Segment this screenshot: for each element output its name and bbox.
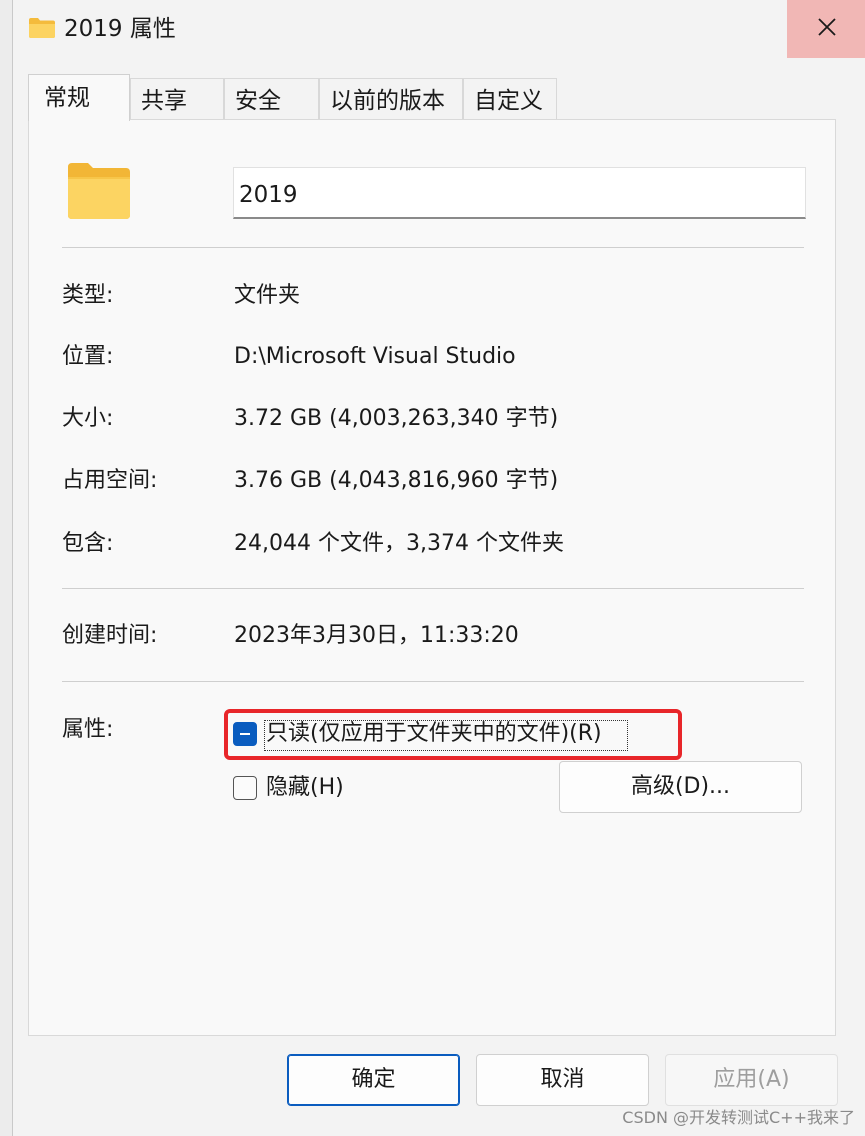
tab-customize[interactable]: 自定义 (463, 78, 557, 120)
contains-value: 24,044 个文件，3,374 个文件夹 (234, 531, 564, 556)
tab-general[interactable]: 常规 (28, 74, 130, 121)
divider (62, 681, 804, 682)
attributes-label: 属性: (62, 717, 114, 742)
contains-label: 包含: (62, 531, 114, 556)
size-value: 3.72 GB (4,003,263,340 字节) (234, 406, 559, 431)
size-on-disk-label: 占用空间: (62, 468, 158, 493)
annotation-highlight-box (224, 709, 682, 760)
location-label: 位置: (62, 344, 114, 369)
location-value: D:\Microsoft Visual Studio (234, 344, 516, 369)
watermark: CSDN @开发转测试C++我来了 (622, 1108, 855, 1127)
tab-security[interactable]: 安全 (224, 78, 319, 120)
created-label: 创建时间: (62, 623, 158, 648)
hidden-label[interactable]: 隐藏(H) (266, 773, 344, 803)
close-icon (817, 17, 837, 41)
tab-previous-versions[interactable]: 以前的版本 (319, 78, 463, 120)
apply-button[interactable]: 应用(A) (665, 1054, 838, 1106)
ok-button[interactable]: 确定 (287, 1054, 460, 1106)
advanced-button[interactable]: 高级(D)... (559, 761, 802, 813)
cancel-button[interactable]: 取消 (476, 1054, 649, 1106)
divider (62, 247, 804, 248)
size-label: 大小: (62, 406, 114, 431)
window-title: 2019 属性 (64, 16, 176, 42)
properties-window: 2019 属性 常规 共享 安全 以前的版本 自定义 类型: 文件夹 (12, 0, 865, 1136)
tab-sharing[interactable]: 共享 (130, 78, 224, 120)
close-button[interactable] (787, 0, 865, 58)
hidden-checkbox[interactable] (233, 776, 257, 800)
folder-icon (28, 17, 56, 43)
general-panel: 类型: 文件夹 位置: D:\Microsoft Visual Studio 大… (28, 119, 836, 1036)
title-bar[interactable]: 2019 属性 (13, 0, 865, 58)
type-value: 文件夹 (234, 283, 301, 308)
type-label: 类型: (62, 283, 114, 308)
size-on-disk-value: 3.76 GB (4,043,816,960 字节) (234, 468, 559, 493)
divider (62, 588, 804, 589)
folder-name-input[interactable] (233, 167, 806, 219)
folder-icon (66, 161, 132, 225)
created-value: 2023年3月30日，11:33:20 (234, 623, 519, 648)
